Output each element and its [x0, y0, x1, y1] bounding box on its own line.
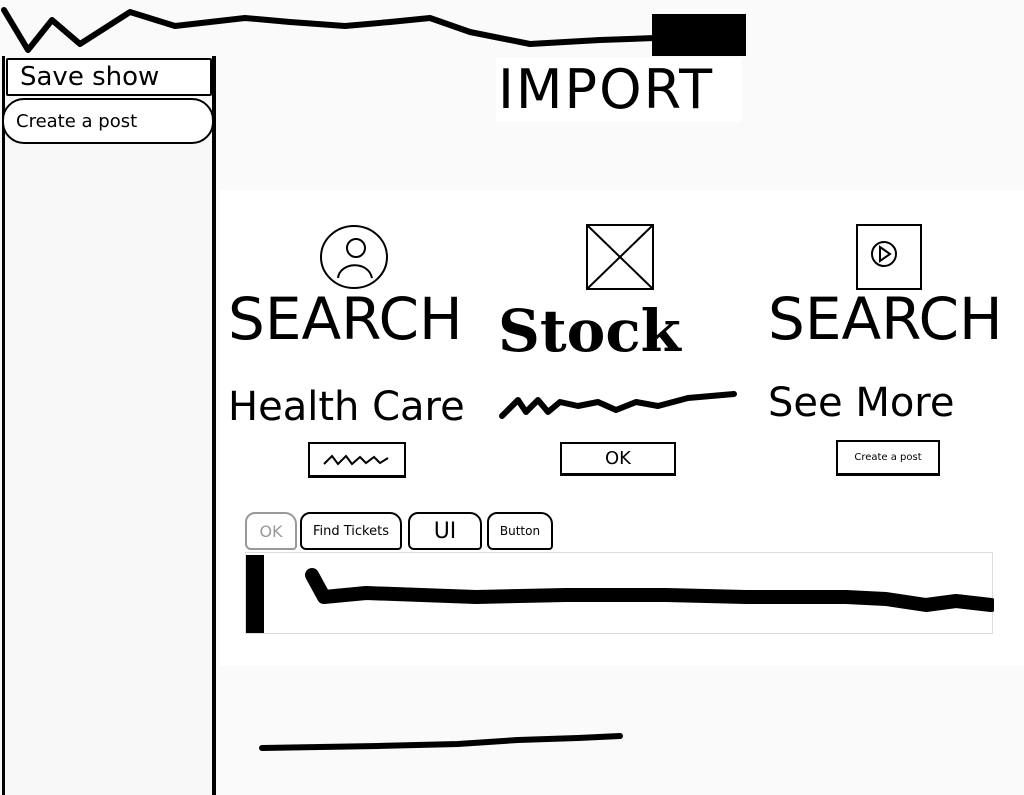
save-show-button[interactable]: Save show — [6, 58, 212, 96]
footer-scribble — [259, 733, 623, 751]
ok-button[interactable]: OK — [560, 442, 676, 476]
top-scribble-bar — [1, 7, 746, 56]
sidebar-left-border — [2, 56, 5, 795]
card-3-title: SEARCH — [768, 285, 1003, 353]
sidebar: Save show Create a post — [0, 56, 216, 795]
tab-button[interactable]: Button — [487, 512, 553, 550]
tab-content-panel — [245, 552, 998, 634]
card-2: Stock OK — [498, 190, 758, 490]
card-1: SEARCH Health Care — [228, 190, 488, 490]
tab-ui[interactable]: UI — [408, 512, 482, 550]
tab-find-tickets[interactable]: Find Tickets — [300, 512, 402, 550]
card-1-subtitle: Health Care — [228, 384, 465, 430]
card-2-subtitle-scribble — [499, 391, 737, 419]
app-root: Save show Create a post IMPORT SEARCH He… — [0, 0, 1024, 795]
create-post-button[interactable]: Create a post — [2, 98, 214, 144]
card-2-title: Stock — [498, 297, 681, 365]
tab-content-scribble — [246, 555, 998, 633]
card-1-button[interactable] — [308, 442, 406, 478]
page-title: IMPORT — [496, 58, 742, 122]
play-icon — [856, 224, 922, 290]
card-1-title: SEARCH — [228, 285, 463, 353]
user-avatar-icon — [320, 225, 388, 289]
main-panel: SEARCH Health Care Stock OK SEARCH See M… — [220, 190, 1024, 666]
tab-ok[interactable]: OK — [245, 512, 297, 550]
card-3: SEARCH See More Create a post — [768, 190, 1024, 490]
image-placeholder-icon — [586, 224, 654, 290]
card-3-create-post-button[interactable]: Create a post — [836, 440, 940, 476]
card-3-subtitle: See More — [768, 380, 955, 426]
scribble-label-icon — [323, 453, 389, 466]
